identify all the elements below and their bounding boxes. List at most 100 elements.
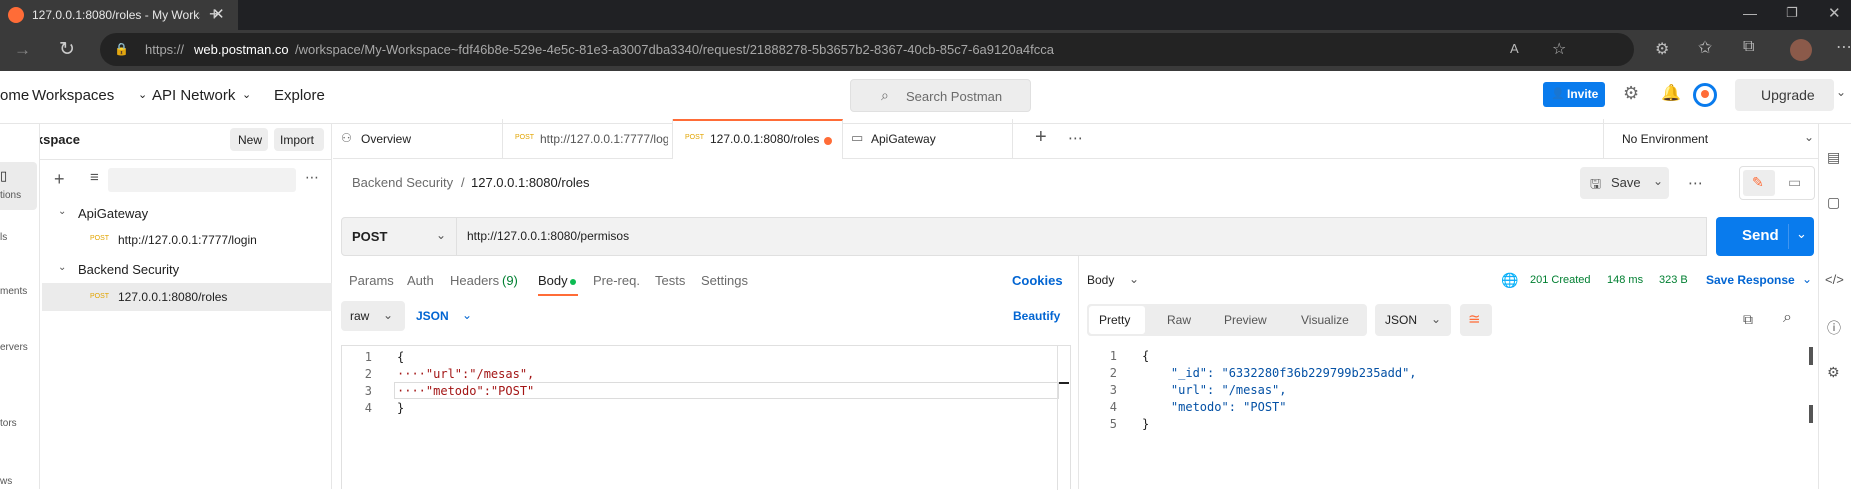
line-number: 1 <box>1109 349 1117 363</box>
collection-apigateway[interactable]: ApiGateway <box>78 206 148 221</box>
tab-body[interactable]: Body <box>538 266 578 296</box>
collection-backend-security[interactable]: Backend Security <box>78 262 179 277</box>
import-button[interactable]: Import <box>274 128 324 151</box>
tab-roles-active[interactable]: POST 127.0.0.1:8080/roles <box>673 119 843 159</box>
tab-login[interactable]: POST http://127.0.0.1:7777/logi <box>503 119 673 159</box>
comment-mode-icon[interactable]: ▭ <box>1788 174 1801 191</box>
favorite-icon[interactable]: ☆ <box>1552 39 1566 59</box>
close-window-icon[interactable]: ✕ <box>1828 4 1841 22</box>
tab-params[interactable]: Params <box>349 273 394 288</box>
add-collection-icon[interactable]: + <box>54 169 65 190</box>
chevron-down-icon[interactable]: ⌄ <box>1836 85 1846 99</box>
view-visualize[interactable]: Visualize <box>1301 313 1349 327</box>
tab-auth[interactable]: Auth <box>407 273 434 288</box>
url-input[interactable]: http://127.0.0.1:8080/permisos <box>457 217 1707 256</box>
response-status[interactable]: 201 Created <box>1530 274 1591 286</box>
search-input[interactable]: ⌕ Search Postman <box>850 79 1031 112</box>
rail-item-mock-servers[interactable]: ervers <box>0 342 28 353</box>
globe-icon[interactable]: 🌐 <box>1501 272 1518 289</box>
tab-settings[interactable]: Settings <box>701 273 748 288</box>
edit-mode-button[interactable]: ✎ <box>1743 170 1775 196</box>
more-options-icon[interactable]: ⋯ <box>305 169 319 186</box>
rail-item-apis[interactable]: ls <box>0 232 7 243</box>
response-format-select[interactable]: JSON ⌄ <box>1375 304 1451 336</box>
tab-label: Overview <box>361 132 412 146</box>
cookie-icon[interactable]: ⚙ <box>1827 364 1840 381</box>
rail-item-collections[interactable]: ▯ tions <box>0 162 37 210</box>
request-body-editor[interactable]: 1 2 3 4 { ····"url":"/mesas", ····"metod… <box>341 345 1071 490</box>
address-bar[interactable]: 🔒 https:// web.postman.co /workspace/My-… <box>100 33 1634 66</box>
pane-divider[interactable] <box>1078 256 1079 489</box>
read-aloud-icon[interactable]: A <box>1510 41 1519 56</box>
filter-icon[interactable]: ≡ <box>90 169 99 186</box>
send-button[interactable]: Send ⌄ <box>1716 217 1814 256</box>
body-language-select[interactable]: JSON ⌄ <box>412 301 482 331</box>
save-response-button[interactable]: Save Response ⌄ <box>1706 272 1816 292</box>
response-scrollbar-thumb[interactable] <box>1809 405 1813 423</box>
editor-scrollbar[interactable] <box>1059 382 1069 384</box>
cookies-link[interactable]: Cookies <box>1012 273 1063 288</box>
collections-icon[interactable]: ⧉ <box>1743 38 1754 56</box>
body-mode-select[interactable]: raw ⌄ <box>341 301 405 331</box>
tab-headers[interactable]: Headers <box>450 273 499 288</box>
beautify-link[interactable]: Beautify <box>1013 309 1060 323</box>
view-pretty[interactable]: Pretty <box>1089 306 1145 334</box>
view-raw[interactable]: Raw <box>1167 313 1191 327</box>
search-icon[interactable]: ⌕ <box>1783 309 1792 327</box>
save-button[interactable]: 🖫 Save ⌄ <box>1580 167 1669 199</box>
response-body-select[interactable]: Body ⌄ <box>1087 272 1147 292</box>
method-select[interactable]: POST ⌄ <box>341 217 457 256</box>
chevron-down-icon: ⌄ <box>1431 312 1442 326</box>
request-login[interactable]: http://127.0.0.1:7777/login <box>118 233 257 247</box>
invite-button[interactable]: 👤 Invite <box>1543 82 1605 107</box>
code-icon[interactable]: </> <box>1825 272 1844 287</box>
new-tab-icon[interactable]: + <box>1035 126 1047 149</box>
nav-workspaces[interactable]: Workspaces <box>32 87 114 104</box>
sidebar-search-input[interactable] <box>108 168 296 192</box>
favorites-bar-icon[interactable]: ✩ <box>1698 38 1712 58</box>
new-tab-icon[interactable]: + <box>209 4 220 25</box>
view-toggle: ✎ ▭ <box>1739 166 1815 200</box>
new-button[interactable]: New <box>230 128 268 151</box>
tab-tests[interactable]: Tests <box>655 273 685 288</box>
more-options-icon[interactable]: ⋯ <box>1688 174 1703 192</box>
settings-icon[interactable]: ⚙ <box>1623 83 1639 104</box>
user-avatar[interactable] <box>1693 83 1717 107</box>
nav-explore[interactable]: Explore <box>274 87 325 104</box>
extensions-icon[interactable]: ⚙ <box>1655 39 1669 59</box>
rail-item-history[interactable]: ws <box>0 476 12 487</box>
rail-item-monitors[interactable]: tors <box>0 418 17 429</box>
minimize-icon[interactable]: — <box>1743 5 1757 21</box>
view-preview[interactable]: Preview <box>1224 313 1267 327</box>
tab-overview[interactable]: ⚇ Overview <box>333 119 503 159</box>
response-size[interactable]: 323 B <box>1659 274 1688 286</box>
comments-icon[interactable]: ▢ <box>1827 194 1840 211</box>
response-body-viewer[interactable]: 1 2 3 4 5 { "_id": "6332280f36b229799b23… <box>1087 345 1817 489</box>
browser-tab[interactable]: 127.0.0.1:8080/roles - My Works ✕ <box>0 0 238 30</box>
chevron-down-icon[interactable]: ⌄ <box>58 206 66 217</box>
wrap-lines-button[interactable]: ≅ <box>1460 304 1492 336</box>
more-menu-icon[interactable]: ⋯ <box>1836 37 1851 57</box>
upgrade-button[interactable]: Upgrade <box>1735 79 1834 111</box>
nav-home[interactable]: ome <box>0 87 29 104</box>
nav-api-network[interactable]: API Network <box>152 87 235 104</box>
forward-icon[interactable]: → <box>14 40 31 60</box>
notifications-icon[interactable]: 🔔 <box>1661 83 1681 103</box>
rail-item-environments[interactable]: ments <box>0 286 27 297</box>
copy-icon[interactable]: ⧉ <box>1743 311 1753 328</box>
tab-pre-request[interactable]: Pre-req. <box>593 273 640 288</box>
response-time[interactable]: 148 ms <box>1607 274 1643 286</box>
sidebar-item-selected[interactable]: POST 127.0.0.1:8080/roles <box>42 283 332 311</box>
body-language-label: JSON <box>416 309 449 323</box>
tab-apigateway[interactable]: ▭ ApiGateway <box>843 119 1013 159</box>
response-scrollbar-thumb[interactable] <box>1809 347 1813 365</box>
chevron-down-icon[interactable]: ⌄ <box>58 262 66 273</box>
reload-icon[interactable]: ↻ <box>59 38 75 61</box>
breadcrumb-parent[interactable]: Backend Security <box>352 175 453 190</box>
environment-select[interactable]: No Environment ⌄ <box>1604 119 1824 159</box>
documentation-icon[interactable]: ▤ <box>1827 149 1840 166</box>
profile-avatar[interactable] <box>1790 39 1812 61</box>
maximize-icon[interactable]: ❐ <box>1786 5 1798 21</box>
info-icon[interactable]: ⓘ <box>1827 318 1841 338</box>
more-tabs-icon[interactable]: ⋯ <box>1068 129 1083 147</box>
